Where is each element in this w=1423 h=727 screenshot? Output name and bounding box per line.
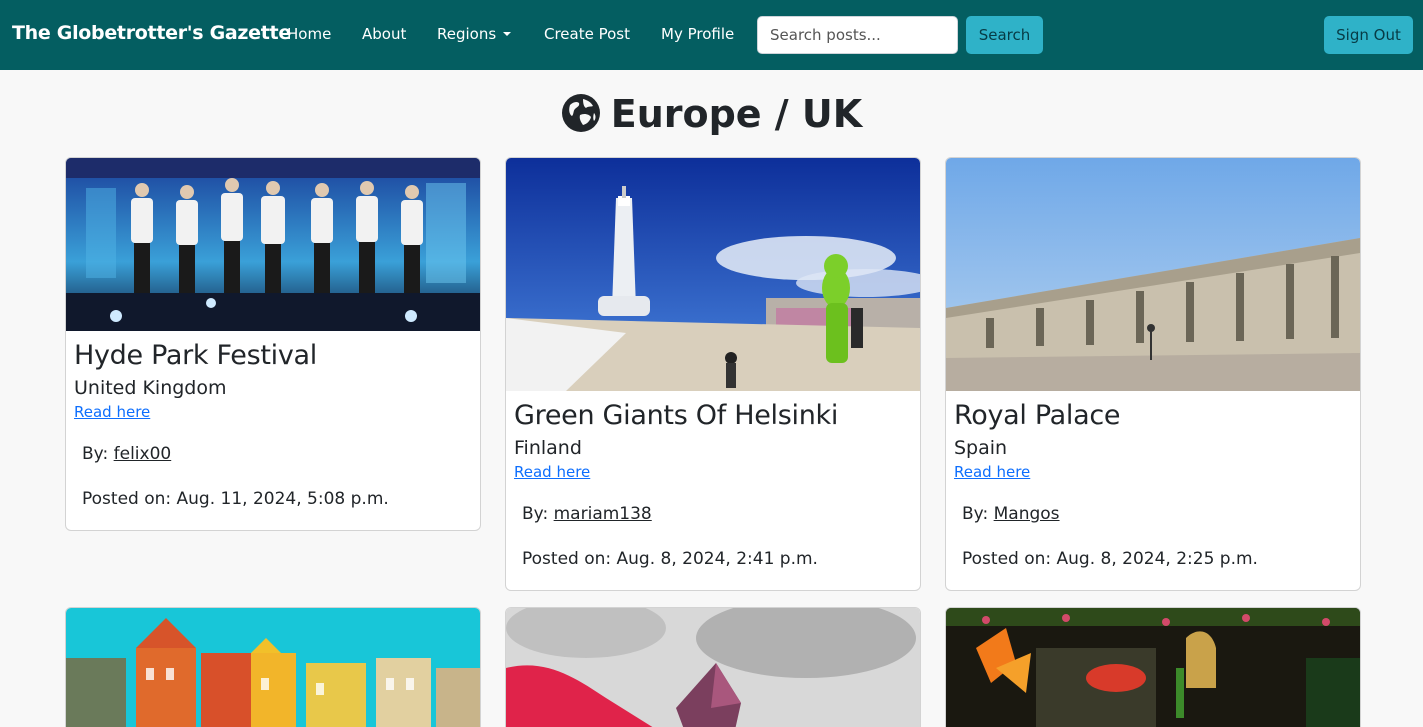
post-card — [505, 607, 921, 727]
post-title: Hyde Park Festival — [74, 340, 317, 371]
top-navbar: The Globetrotter's Gazette Home About Re… — [0, 0, 1423, 70]
helsinki-statue-image[interactable] — [506, 158, 920, 391]
nav-regions-dropdown[interactable]: Regions — [437, 25, 512, 43]
post-date: Posted on: Aug. 8, 2024, 2:25 p.m. — [962, 549, 1258, 569]
colorful-houses-image[interactable] — [66, 608, 480, 727]
by-label: By: — [962, 504, 989, 524]
read-here-link[interactable]: Read here — [74, 403, 150, 421]
post-author-line: By: felix00 — [82, 444, 171, 464]
post-author-line: By: mariam138 — [522, 504, 652, 524]
post-title: Green Giants Of Helsinki — [514, 400, 839, 431]
chevron-down-icon — [503, 32, 512, 36]
read-here-link[interactable]: Read here — [954, 463, 1030, 481]
concert-stage-image[interactable] — [66, 158, 480, 331]
post-card — [65, 607, 481, 727]
gemstone-image[interactable] — [506, 608, 920, 727]
globe-europe-icon — [561, 94, 600, 132]
post-country: Spain — [954, 437, 1008, 459]
post-author-line: By: Mangos — [962, 504, 1060, 524]
post-card: Green Giants Of Helsinki Finland Read he… — [505, 157, 921, 591]
read-here-link[interactable]: Read here — [514, 463, 590, 481]
nav-regions-label: Regions — [437, 25, 497, 43]
search-input[interactable] — [757, 16, 958, 54]
sign-out-button[interactable]: Sign Out — [1324, 16, 1413, 54]
nav-home[interactable]: Home — [287, 25, 331, 43]
post-country: Finland — [514, 437, 582, 459]
nav-my-profile[interactable]: My Profile — [661, 25, 734, 43]
post-country: United Kingdom — [74, 377, 227, 399]
by-label: By: — [82, 444, 109, 464]
post-card: Royal Palace Spain Read here By: Mangos … — [945, 157, 1361, 591]
post-date: Posted on: Aug. 8, 2024, 2:41 p.m. — [522, 549, 818, 569]
nav-create-post[interactable]: Create Post — [544, 25, 630, 43]
search-button[interactable]: Search — [966, 16, 1043, 54]
garden-display-image[interactable] — [946, 608, 1360, 727]
royal-palace-image[interactable] — [946, 158, 1360, 391]
author-link[interactable]: felix00 — [114, 444, 172, 464]
page-title-text: Europe / UK — [610, 92, 863, 136]
brand-logo[interactable]: The Globetrotter's Gazette — [12, 22, 291, 44]
post-card — [945, 607, 1361, 727]
post-card: Hyde Park Festival United Kingdom Read h… — [65, 157, 481, 531]
author-link[interactable]: Mangos — [994, 504, 1060, 524]
author-link[interactable]: mariam138 — [554, 504, 652, 524]
by-label: By: — [522, 504, 549, 524]
post-date: Posted on: Aug. 11, 2024, 5:08 p.m. — [82, 489, 389, 509]
post-title: Royal Palace — [954, 400, 1121, 431]
page-title: Europe / UK — [0, 92, 1423, 136]
nav-about[interactable]: About — [362, 25, 406, 43]
